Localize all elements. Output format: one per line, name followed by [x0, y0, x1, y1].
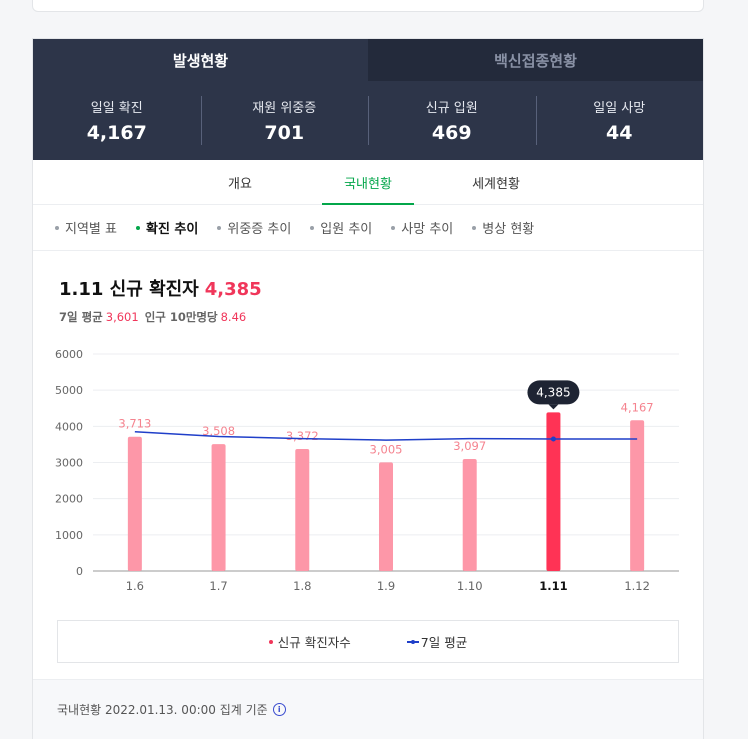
bar: [379, 462, 393, 571]
chip-label: 확진 추이: [145, 222, 199, 237]
chip-hospitalized-trend[interactable]: 입원 추이: [310, 218, 372, 237]
bullet-icon: [55, 225, 59, 230]
bar: [295, 449, 310, 571]
tab-overview[interactable]: 개요: [176, 160, 304, 204]
chip-critical-trend[interactable]: 위중증 추이: [217, 218, 291, 237]
chip-confirmed-trend[interactable]: 확진 추이: [135, 218, 199, 237]
stats-panel: 일일 확진 4,167 재원 위중증 701 신규 입원 469 일일 사망 4…: [33, 81, 703, 160]
tooltip-pointer: [548, 404, 559, 410]
y-tick-label: 2000: [55, 493, 83, 506]
legend-bar-label: 신규 확진자수: [277, 635, 351, 650]
bullet-icon: [217, 225, 222, 230]
x-tick-label: 1.6: [126, 579, 144, 593]
stat-label: 일일 확진: [90, 101, 143, 116]
x-tick-label: 1.11: [539, 579, 567, 593]
avg-label: 7일 평균: [59, 310, 103, 324]
line-icon: [406, 639, 419, 644]
dot-icon: [268, 639, 273, 644]
stat-value: 4,167: [86, 122, 147, 144]
bar-value-label: 3,372: [286, 429, 319, 443]
x-tick-label: 1.10: [457, 579, 483, 593]
x-tick-label: 1.7: [209, 579, 227, 593]
stat-value: 44: [606, 122, 633, 144]
avg-value: 3,601: [105, 310, 139, 324]
confirmed-cases-chart: 01000200030004000500060003,7131.63,5081.…: [55, 348, 679, 593]
bar: [462, 458, 477, 571]
y-tick-label: 6000: [55, 348, 83, 361]
chip-deaths-trend[interactable]: 사망 추이: [391, 218, 453, 237]
bar: [546, 412, 561, 571]
y-tick-label: 0: [76, 565, 83, 578]
chip-label: 입원 추이: [320, 222, 373, 237]
sub-tabs: 개요 국내현황 세계현황: [33, 160, 703, 205]
tab-world[interactable]: 세계현황: [432, 160, 560, 204]
y-tick-label: 1000: [55, 529, 83, 542]
tab-outbreak-status[interactable]: 발생현황: [33, 39, 368, 81]
chip-regional-table[interactable]: 지역별 표: [55, 218, 117, 237]
y-tick-label: 5000: [55, 384, 83, 397]
chart-filter-chips: 지역별 표 확진 추이 위중증 추이 입원 추이 사망 추이 병상 현황: [33, 205, 703, 251]
legend-bar[interactable]: 신규 확진자수: [268, 632, 351, 651]
bar: [127, 436, 142, 571]
y-tick-label: 3000: [55, 457, 83, 470]
x-tick-label: 1.8: [293, 579, 311, 593]
bullet-icon: [310, 225, 315, 230]
legend-line-label: 7일 평균: [420, 635, 468, 650]
bullet-icon: [135, 225, 140, 230]
stat-daily-deaths: 일일 사망 44: [535, 81, 704, 160]
footer: 국내현황 2022.01.13. 00:00 집계 기준 i: [33, 679, 703, 739]
headline-title: 1.11 신규 확진자: [59, 279, 199, 300]
bar-value-label: 4,167: [621, 400, 654, 414]
bullet-icon: [391, 225, 396, 230]
stat-new-hospitalized: 신규 입원 469: [368, 81, 536, 160]
bar-value-label: 3,097: [453, 439, 486, 453]
chart-headline: 1.11 신규 확진자 4,385: [59, 275, 262, 301]
legend-line[interactable]: 7일 평균: [406, 632, 468, 651]
stat-label: 신규 입원: [425, 101, 478, 116]
per-capita-value: 8.46: [220, 310, 247, 324]
chip-label: 병상 현황: [482, 222, 535, 237]
bar-value-label: 3,005: [370, 442, 403, 456]
stat-critical: 재원 위중증 701: [200, 81, 369, 160]
chip-beds-status[interactable]: 병상 현황: [472, 218, 534, 237]
tab-vaccination-status[interactable]: 백신접종현황: [368, 39, 703, 81]
footer-text: 국내현황 2022.01.13. 00:00 집계 기준: [57, 703, 268, 717]
tooltip-value: 4,385: [536, 385, 570, 399]
stat-daily-confirmed: 일일 확진 4,167: [33, 81, 201, 160]
x-tick-label: 1.9: [377, 579, 395, 593]
bar: [211, 444, 226, 571]
x-tick-label: 1.12: [624, 579, 650, 593]
chip-label: 위중증 추이: [227, 222, 292, 237]
stat-label: 일일 사망: [593, 101, 646, 116]
bar-value-label: 3,713: [118, 417, 151, 431]
main-tabs: 발생현황 백신접종현황: [33, 39, 703, 81]
chip-label: 지역별 표: [65, 222, 117, 237]
bar: [630, 420, 645, 571]
stat-value: 701: [264, 122, 305, 144]
chart-legend: 신규 확진자수 7일 평균: [57, 620, 679, 663]
bullet-icon: [472, 225, 477, 230]
covid-status-widget: 발생현황 백신접종현황 일일 확진 4,167 재원 위중증 701 신규 입원…: [32, 38, 704, 739]
top-card: [32, 0, 704, 12]
chip-label: 사망 추이: [401, 222, 454, 237]
per-capita-label: 인구 10만명당: [144, 310, 218, 324]
info-icon[interactable]: i: [272, 703, 286, 716]
chart-subline: 7일 평균 3,601 인구 10만명당 8.46: [59, 309, 252, 325]
tab-domestic[interactable]: 국내현황: [304, 160, 432, 205]
stat-value: 469: [431, 122, 472, 144]
stat-label: 재원 위중증: [252, 101, 317, 116]
avg-point: [550, 436, 556, 442]
headline-value: 4,385: [204, 279, 262, 300]
y-tick-label: 4000: [55, 420, 83, 433]
